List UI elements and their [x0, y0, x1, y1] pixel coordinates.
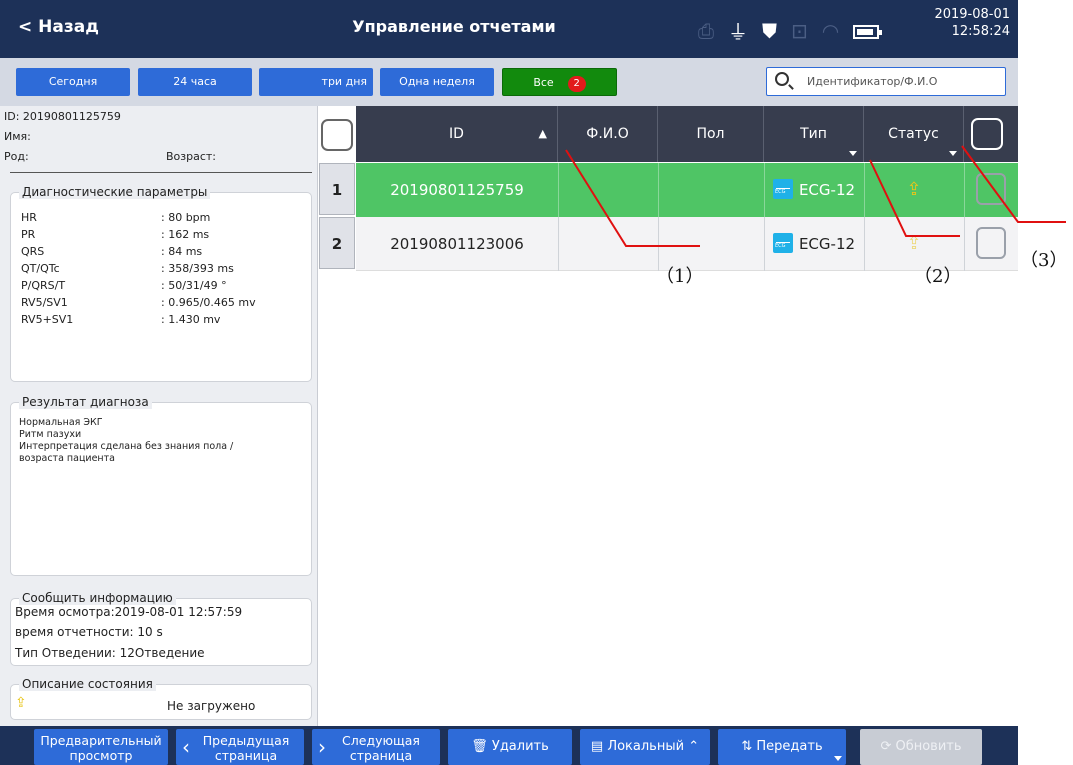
- callout-line-1: [565, 149, 700, 247]
- annotation-label-3: （3）: [1020, 250, 1068, 271]
- callout-line-2: [869, 159, 960, 237]
- annotation-lines: [565, 145, 1066, 247]
- callout-line-3: [961, 145, 1066, 223]
- annotation-label-2: （2）: [914, 266, 962, 287]
- annotation-label-1: （1）: [656, 266, 704, 287]
